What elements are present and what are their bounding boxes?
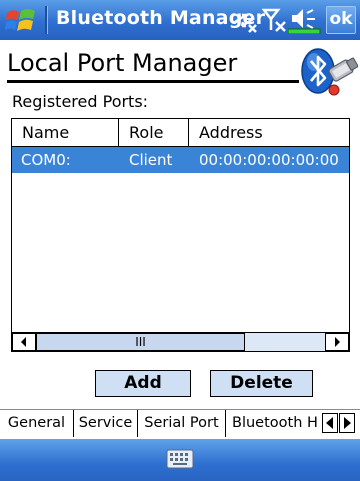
bluetooth-emblem-icon [301, 48, 358, 96]
tab-service[interactable]: Service [74, 410, 138, 437]
header-divider [7, 80, 299, 83]
page-header: Local Port Manager [0, 40, 360, 100]
title-separator [45, 6, 47, 34]
list-row-selected[interactable]: COM0: Client 00:00:00:00:00:00 [12, 147, 349, 173]
keyboard-icon[interactable] [166, 449, 194, 469]
arrow-right-icon [335, 337, 340, 347]
scroll-right-button[interactable] [325, 333, 349, 351]
cell-name: COM0: [21, 151, 71, 169]
title-bar: Bluetooth Manager ok [0, 0, 360, 40]
volume-icon[interactable] [288, 6, 322, 34]
add-button[interactable]: Add [95, 370, 191, 397]
start-icon[interactable] [5, 5, 37, 35]
page-title: Local Port Manager [7, 49, 238, 77]
connectivity-icon[interactable] [232, 6, 258, 34]
battery-icon [288, 28, 321, 34]
tab-strip: General Service Serial Port Bluetooth H [0, 409, 360, 437]
registered-ports-label: Registered Ports: [12, 92, 149, 111]
arrow-left-icon [326, 417, 333, 429]
list-header: Name Role Address [12, 119, 349, 147]
arrow-left-icon [21, 337, 26, 347]
scroll-left-button[interactable] [12, 333, 36, 351]
tab-general[interactable]: General [0, 410, 74, 437]
arrow-right-icon [344, 417, 351, 429]
menu-bar [0, 439, 360, 481]
cell-role: Client [129, 151, 173, 169]
scroll-thumb[interactable]: III [36, 333, 245, 351]
ok-button[interactable]: ok [326, 6, 356, 34]
ports-list[interactable]: Name Role Address COM0: Client 00:00:00:… [11, 118, 350, 352]
tab-serial-port[interactable]: Serial Port [138, 410, 226, 437]
column-header-role[interactable]: Role [119, 119, 189, 147]
cell-address: 00:00:00:00:00:00 [199, 151, 339, 169]
delete-button[interactable]: Delete [210, 370, 313, 397]
signal-off-icon[interactable] [262, 6, 288, 34]
column-header-name[interactable]: Name [12, 119, 119, 147]
screen: { "titlebar": { "app_title": "Bluetooth … [0, 0, 360, 481]
scroll-grip: III [135, 335, 146, 349]
horizontal-scrollbar[interactable]: III [12, 332, 349, 351]
tab-bluetooth[interactable]: Bluetooth H [226, 410, 324, 437]
column-header-address[interactable]: Address [189, 119, 349, 147]
tab-scroll-right-button[interactable] [339, 413, 355, 433]
tab-scroll-left-button[interactable] [322, 413, 338, 433]
